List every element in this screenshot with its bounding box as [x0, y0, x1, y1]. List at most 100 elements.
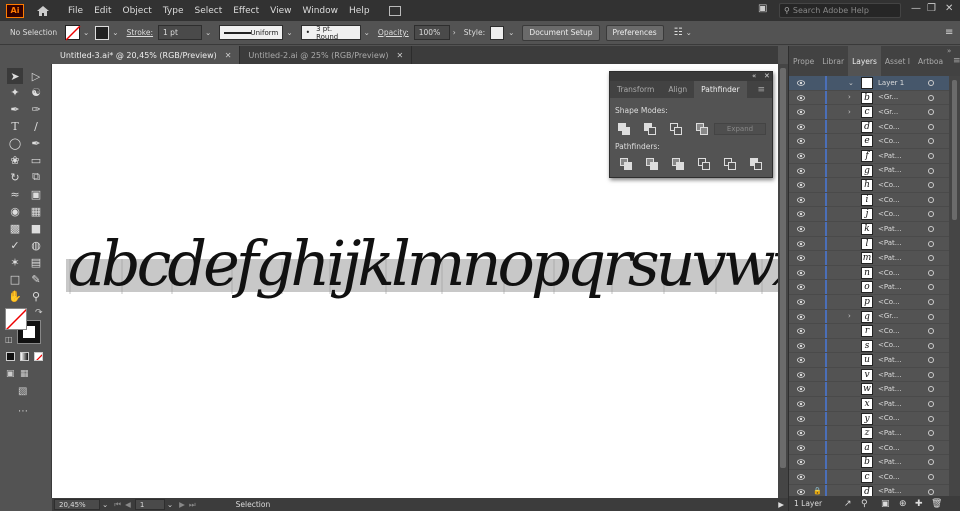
- merge-icon[interactable]: [672, 158, 684, 170]
- sublayer-row[interactable]: s <Co...: [789, 338, 949, 354]
- swap-fill-stroke-icon[interactable]: ↷: [35, 308, 43, 318]
- sublayer-row[interactable]: v <Pat...: [789, 367, 949, 383]
- sublayer-row[interactable]: f <Pat...: [789, 148, 949, 164]
- sublayer-row[interactable]: m <Pat...: [789, 251, 949, 266]
- layer-name[interactable]: <Co...: [878, 196, 900, 204]
- sublayer-row[interactable]: l <Pat...: [789, 236, 949, 252]
- target-circle-icon[interactable]: [928, 123, 934, 130]
- line-tool-icon[interactable]: ∕: [28, 118, 44, 134]
- next-artboard-icon[interactable]: ▶: [179, 500, 185, 509]
- fill-dropdown-icon[interactable]: ⌄: [83, 28, 89, 37]
- shaper-tool-icon[interactable]: ❀: [7, 152, 23, 168]
- color-mode-icon[interactable]: [6, 352, 15, 361]
- sublayer-row[interactable]: n <Co...: [789, 265, 949, 281]
- close-window-icon[interactable]: ✕: [945, 3, 953, 14]
- layer-name[interactable]: <Co...: [878, 473, 900, 481]
- target-circle-icon[interactable]: [928, 386, 934, 393]
- visibility-eye-icon[interactable]: [797, 371, 805, 379]
- minus-front-icon[interactable]: [644, 123, 656, 135]
- hand-tool-icon[interactable]: ✋: [7, 288, 23, 304]
- status-expand-icon[interactable]: ▶: [778, 500, 784, 509]
- target-circle-icon[interactable]: [928, 138, 934, 145]
- ellipse-tool-icon[interactable]: ◯: [7, 135, 23, 151]
- tab-asset-export[interactable]: Asset I: [881, 46, 914, 76]
- lasso-icon[interactable]: ☯: [28, 84, 44, 100]
- visibility-eye-icon[interactable]: [797, 342, 805, 350]
- layer-name[interactable]: <Co...: [878, 181, 900, 189]
- align-dropdown-icon[interactable]: ⌄: [686, 28, 692, 37]
- visibility-eye-icon[interactable]: [797, 108, 805, 116]
- layer-name[interactable]: <Pat...: [878, 487, 901, 495]
- exclude-icon[interactable]: [696, 123, 708, 135]
- sublayer-row[interactable]: r <Co...: [789, 324, 949, 339]
- last-artboard-icon[interactable]: ⏭: [189, 500, 196, 510]
- target-circle-icon[interactable]: [928, 474, 934, 481]
- clipping-mask-icon[interactable]: ▣: [881, 499, 890, 509]
- close-tab-icon[interactable]: ✕: [396, 51, 403, 60]
- gradient-tool-icon[interactable]: ■: [28, 220, 44, 236]
- layer-name[interactable]: <Pat...: [878, 225, 901, 233]
- scrollbar-thumb[interactable]: [780, 68, 786, 468]
- sublayer-row[interactable]: g <Pat...: [789, 163, 949, 179]
- sublayer-row[interactable]: › q <Gr...: [789, 309, 949, 325]
- selection-tool-icon[interactable]: ➤: [7, 68, 23, 84]
- search-help-input[interactable]: ⚲ Search Adobe Help: [779, 3, 901, 18]
- expand-button[interactable]: Expand: [714, 123, 766, 135]
- expand-chevron-icon[interactable]: ›: [848, 108, 851, 116]
- menu-effect[interactable]: Effect: [233, 6, 259, 16]
- target-circle-icon[interactable]: [928, 284, 934, 291]
- graph-tool-icon[interactable]: ▤: [28, 254, 44, 270]
- target-circle-icon[interactable]: [928, 459, 934, 466]
- sublayer-row[interactable]: c <Co...: [789, 470, 949, 485]
- fill-color-box[interactable]: [5, 308, 27, 330]
- sublayer-row[interactable]: › b <Gr...: [789, 90, 949, 106]
- target-circle-icon[interactable]: [928, 269, 934, 276]
- perspective-grid-icon[interactable]: ▦: [28, 203, 44, 219]
- layer-name[interactable]: <Co...: [878, 123, 900, 131]
- target-circle-icon[interactable]: [928, 401, 934, 408]
- layer-name[interactable]: <Co...: [878, 341, 900, 349]
- current-tool-status[interactable]: Selection: [236, 500, 271, 509]
- expand-chevron-icon[interactable]: ›: [848, 312, 851, 320]
- prev-artboard-icon[interactable]: ◀: [125, 500, 131, 509]
- pen-tool-icon[interactable]: ✒: [7, 101, 23, 117]
- sublayer-row[interactable]: o <Pat...: [789, 280, 949, 295]
- visibility-eye-icon[interactable]: [797, 240, 805, 248]
- variable-width-profile[interactable]: Uniform: [219, 25, 284, 40]
- layer-name[interactable]: <Co...: [878, 327, 900, 335]
- eraser-tool-icon[interactable]: ▭: [28, 152, 44, 168]
- mesh-tool-icon[interactable]: ▩: [7, 220, 23, 236]
- expand-chevron-icon[interactable]: ⌄: [848, 79, 854, 87]
- sublayer-row[interactable]: x <Pat...: [789, 397, 949, 412]
- panel-titlebar[interactable]: « ✕: [610, 72, 772, 81]
- graphic-style-swatch[interactable]: [490, 25, 505, 40]
- visibility-eye-icon[interactable]: [797, 473, 805, 481]
- target-circle-icon[interactable]: [928, 109, 934, 116]
- visibility-eye-icon[interactable]: [797, 137, 805, 145]
- close-tab-icon[interactable]: ✕: [225, 51, 232, 60]
- stroke-dropdown-icon[interactable]: ⌄: [112, 28, 118, 37]
- menu-view[interactable]: View: [270, 6, 291, 16]
- visibility-eye-icon[interactable]: [797, 488, 805, 496]
- draw-mode-icon[interactable]: ▣: [6, 369, 15, 379]
- slice-tool-icon[interactable]: ✎: [28, 271, 44, 287]
- target-circle-icon[interactable]: [928, 430, 934, 437]
- new-sublayer-icon[interactable]: ⊕: [899, 499, 907, 509]
- layer-name[interactable]: <Pat...: [878, 385, 901, 393]
- canvas-vertical-scrollbar[interactable]: [778, 64, 788, 498]
- visibility-eye-icon[interactable]: [797, 196, 805, 204]
- rotate-tool-icon[interactable]: ↻: [7, 169, 23, 185]
- visibility-eye-icon[interactable]: [797, 225, 805, 233]
- target-circle-icon[interactable]: [928, 196, 934, 203]
- sublayer-row[interactable]: a <Co...: [789, 440, 949, 456]
- tab-layers[interactable]: Layers: [848, 46, 881, 76]
- sublayer-row[interactable]: z <Pat...: [789, 426, 949, 441]
- zoom-field[interactable]: 20,45%: [54, 499, 100, 510]
- script-alphabet-text[interactable]: abcdefghijklmnopqrsuvwxyz: [68, 214, 866, 314]
- opacity-expand-icon[interactable]: ›: [453, 28, 456, 37]
- visibility-eye-icon[interactable]: [797, 269, 805, 277]
- document-setup-button[interactable]: Document Setup: [522, 24, 600, 41]
- artboard-tool-icon[interactable]: □: [7, 271, 23, 287]
- visibility-eye-icon[interactable]: [797, 313, 805, 321]
- intersect-icon[interactable]: [670, 123, 682, 135]
